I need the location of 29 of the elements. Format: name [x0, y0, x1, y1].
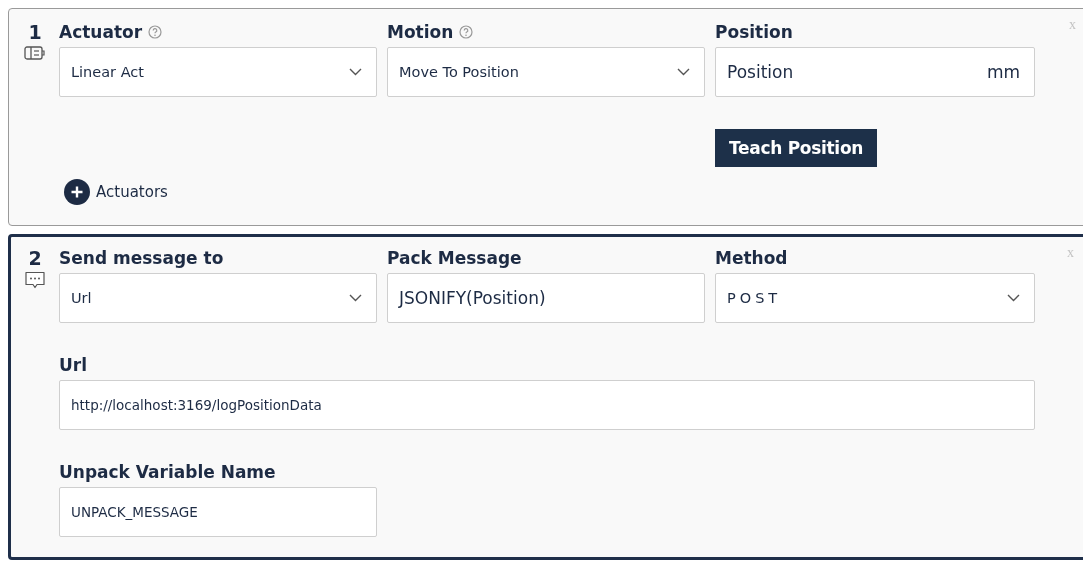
field-label: Actuator: [59, 22, 143, 42]
dropdown[interactable]: Move To Position: [387, 47, 705, 97]
input-field[interactable]: http://localhost:3169/logPositionData: [59, 380, 1035, 430]
chevron-down-icon: [349, 68, 362, 76]
field-label: Method: [715, 248, 788, 268]
dropdown[interactable]: Url: [59, 273, 377, 323]
step-number: 2: [28, 247, 42, 269]
input-field[interactable]: Position mm: [715, 47, 1035, 97]
chevron-down-icon: [677, 68, 690, 76]
help-icon[interactable]: [148, 25, 163, 39]
dropdown[interactable]: POST: [715, 273, 1035, 323]
field-label: Unpack Variable Name: [59, 462, 276, 482]
step-number: 1: [28, 21, 42, 43]
field-label: Pack Message: [387, 248, 522, 268]
help-icon[interactable]: [459, 25, 474, 39]
field-label: Send message to: [59, 248, 224, 268]
plus-circle-icon: [64, 179, 90, 205]
field-label: Position: [715, 22, 793, 42]
field-label: Url: [59, 355, 87, 375]
chat-bubble-icon: [24, 271, 46, 291]
actuator-icon: [24, 45, 46, 61]
chevron-down-icon: [349, 294, 362, 302]
input-field[interactable]: UNPACK_MESSAGE: [59, 487, 377, 537]
teach-position-button[interactable]: Teach Position: [715, 129, 878, 167]
add-actuator-button[interactable]: Actuators: [64, 179, 168, 205]
dropdown[interactable]: Linear Act: [59, 47, 377, 97]
input-field[interactable]: JSONIFY(Position): [387, 273, 705, 323]
field-label: Motion: [387, 22, 454, 42]
chevron-down-icon: [1007, 294, 1020, 302]
